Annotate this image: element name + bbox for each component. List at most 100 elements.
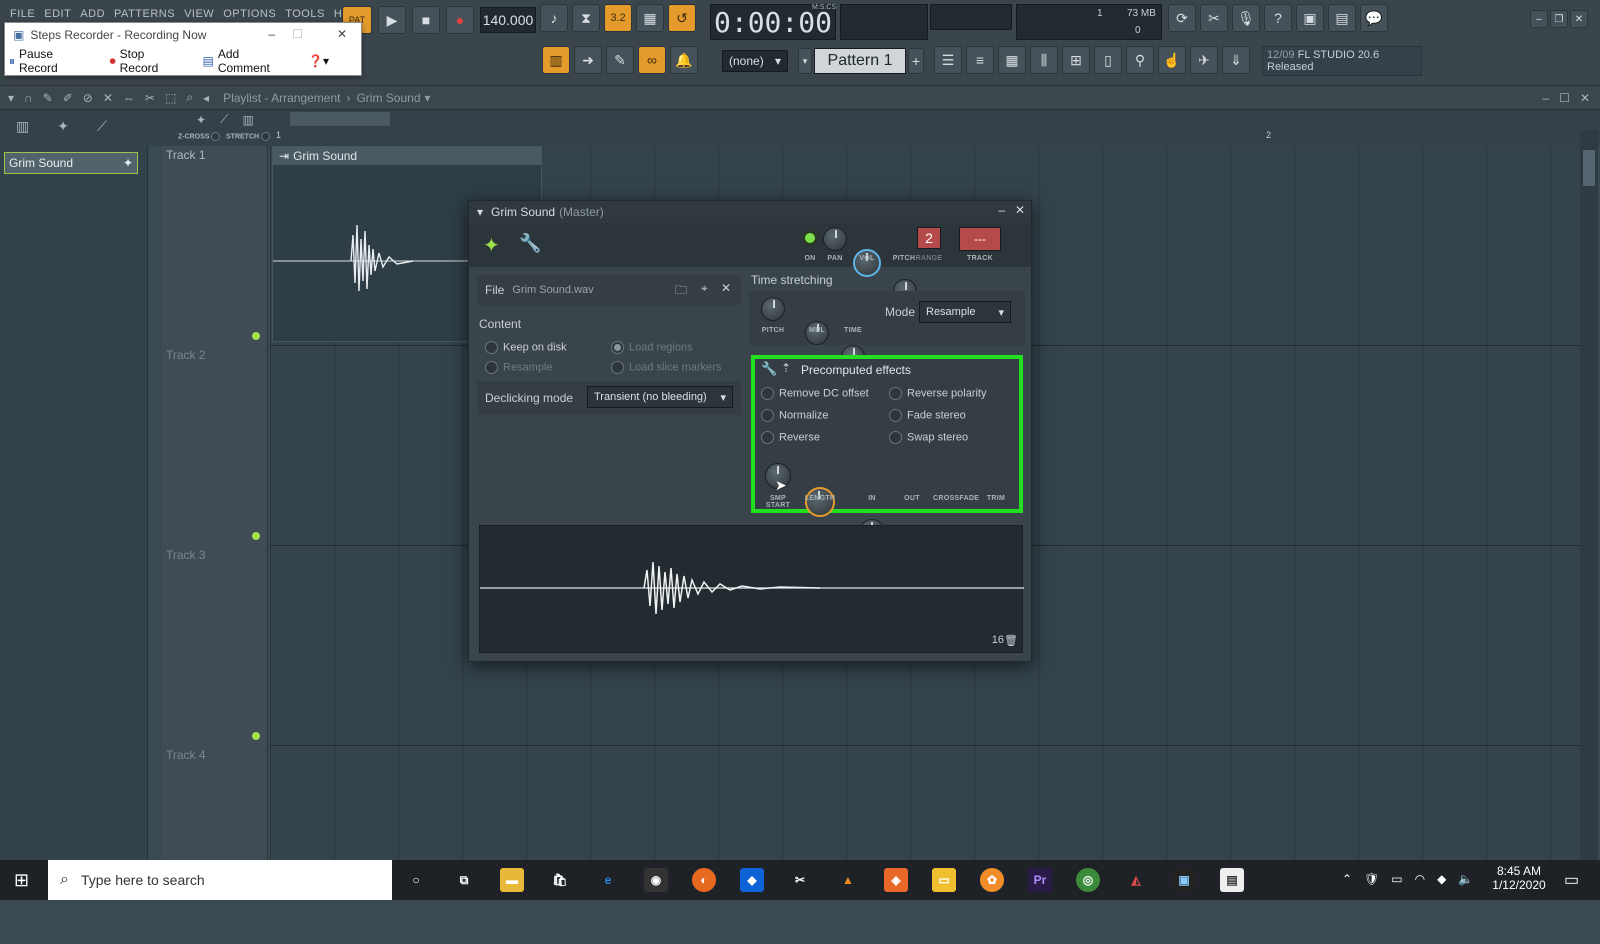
show-hidden-icon[interactable]: ⌃ — [1342, 872, 1352, 886]
horizontal-scrollbar[interactable] — [290, 112, 390, 126]
help-icon[interactable]: ? — [1264, 4, 1292, 32]
remove-file-icon[interactable]: ✕ — [721, 281, 731, 295]
mixer-icon[interactable]: ⫼ — [1030, 46, 1058, 74]
file-name[interactable]: Grim Sound.wav — [512, 284, 593, 296]
content-option-slices[interactable]: Load slice markers — [611, 361, 721, 374]
pattern-clip-icon[interactable]: ▥ — [242, 113, 253, 127]
sticky-notes-icon[interactable]: ▭ — [932, 868, 956, 892]
range-value[interactable]: 2 — [917, 227, 941, 249]
tab-audio-icon[interactable]: ✦ — [57, 118, 69, 135]
dropbox-icon[interactable]: ◆ — [740, 868, 764, 892]
slip-icon[interactable]: ⇔ — [123, 91, 135, 105]
dropbox-tray-icon[interactable]: ◆ — [1437, 872, 1446, 886]
minimize-icon[interactable]: – — [1542, 91, 1549, 105]
mixer-track-value[interactable]: --- — [959, 227, 1001, 251]
track-header-2[interactable]: Track 2 — [164, 346, 264, 544]
metronome-icon[interactable]: ♪ — [540, 4, 568, 32]
pin-icon[interactable]: ⇡ — [781, 361, 791, 375]
notifications-icon[interactable]: ▭ — [1564, 870, 1579, 890]
content-option-resample[interactable]: Resample — [485, 361, 553, 374]
fl-mobile-icon[interactable]: ✈ — [1190, 46, 1218, 74]
declicking-select[interactable]: Transient (no bleeding) ▾ — [587, 386, 733, 408]
wifi-icon[interactable]: ◠ — [1415, 872, 1425, 886]
project-icon[interactable]: ▯ — [1094, 46, 1122, 74]
delete-icon[interactable]: ⊘ — [83, 91, 93, 105]
obs-icon[interactable]: ◉ — [644, 868, 668, 892]
track-header-3[interactable]: Track 3 — [164, 546, 264, 744]
steps-recorder-icon[interactable]: ▤ — [1220, 868, 1244, 892]
brush-icon[interactable]: ✎ — [606, 46, 634, 74]
automation-clip-icon[interactable]: ⟋ — [220, 112, 228, 127]
vlc-icon[interactable]: ▲ — [836, 868, 860, 892]
maximize-icon[interactable]: ☐ — [1559, 91, 1570, 105]
wait-input-icon[interactable]: ⧗ — [572, 4, 600, 32]
tab-automation-icon[interactable]: ⟋ — [97, 118, 107, 135]
plugin-icon[interactable]: ⚲ — [1126, 46, 1154, 74]
cut-icon[interactable]: ✂ — [1200, 4, 1228, 32]
on-led[interactable] — [803, 231, 817, 245]
capcut-icon[interactable]: ✂ — [788, 868, 812, 892]
menu-item-add[interactable]: ADD — [80, 8, 105, 20]
effect-fade-stereo[interactable]: Fade stereo — [889, 409, 966, 422]
snap-button[interactable]: 3.2 — [604, 4, 632, 32]
channel-rack-icon[interactable]: ▦ — [998, 46, 1026, 74]
maximize-icon[interactable]: ☐ — [292, 27, 303, 41]
playback-icon[interactable]: ◂ — [203, 91, 209, 105]
windows-start-icon[interactable]: ⊞ — [14, 870, 29, 891]
pause-record-button[interactable]: ⏸ Pause Record — [9, 47, 94, 75]
file-explorer-icon[interactable]: ▬ — [500, 868, 524, 892]
magnet-icon[interactable]: ∩ — [24, 91, 33, 105]
paint-icon[interactable]: ✐ — [63, 91, 73, 105]
wrench-tab-icon[interactable]: 🔧 — [519, 233, 541, 254]
sample-waveform-view[interactable]: 16 🗑 — [479, 525, 1024, 653]
arrow-icon[interactable]: ➜ — [574, 46, 602, 74]
close-icon[interactable]: ✕ — [1570, 10, 1588, 28]
content-option-keep[interactable]: Keep on disk — [485, 341, 567, 354]
trash-icon[interactable]: 🗑 — [1004, 634, 1018, 647]
pattern-selector[interactable]: Pattern 1 — [814, 48, 906, 74]
playlist-pattern[interactable]: Grim Sound — [356, 91, 420, 105]
fl-studio-icon[interactable]: ✿ — [980, 868, 1004, 892]
playlist-icon[interactable]: ☰ — [934, 46, 962, 74]
effect-remove-dc[interactable]: Remove DC offset — [761, 387, 869, 400]
menu-item-patterns[interactable]: PATTERNS — [114, 8, 175, 20]
piano-roll-icon[interactable]: ≡ — [966, 46, 994, 74]
browser-icon[interactable]: ⊞ — [1062, 46, 1090, 74]
ts-pitch-knob[interactable] — [761, 297, 785, 321]
microphone-icon[interactable]: 🎙 — [1232, 4, 1260, 32]
tempo-display[interactable]: 140.000 — [480, 7, 536, 33]
track-led-3[interactable] — [252, 732, 260, 740]
cortana-icon[interactable]: ○ — [404, 868, 428, 892]
minimize-icon[interactable]: – — [998, 203, 1005, 217]
volume-knob[interactable] — [853, 249, 881, 277]
zoom-icon[interactable]: ⌕ — [186, 90, 193, 105]
content-option-regions[interactable]: Load regions — [611, 341, 693, 354]
menu-item-file[interactable]: FILE — [10, 8, 35, 20]
menu-item-edit[interactable]: EDIT — [44, 8, 71, 20]
slice-icon[interactable]: ✂ — [145, 91, 155, 105]
brave-icon[interactable]: ◈ — [884, 868, 908, 892]
firefox-icon[interactable]: ◐ — [692, 868, 716, 892]
news-panel[interactable]: 12/09 FL STUDIO 20.6 Released — [1262, 46, 1422, 76]
browser-item[interactable]: Grim Sound ✦ — [4, 152, 138, 174]
locate-file-icon[interactable]: ⌖ — [701, 281, 708, 296]
effect-normalize[interactable]: Normalize — [761, 409, 829, 422]
menu-item-tools[interactable]: TOOLS — [285, 8, 325, 20]
channel-select[interactable]: (none) ▾ — [722, 50, 788, 72]
refresh-icon[interactable]: ⟳ — [1168, 4, 1196, 32]
pan-knob[interactable] — [823, 227, 847, 251]
save-as-icon[interactable]: ▤ — [1328, 4, 1356, 32]
length-knob[interactable] — [805, 487, 835, 517]
track-led-1[interactable] — [252, 332, 260, 340]
add-pattern-icon[interactable]: + — [908, 48, 924, 74]
step-edit-icon[interactable]: ▦ — [636, 4, 664, 32]
waveform-tab-icon[interactable]: ✦ — [483, 233, 500, 258]
tab-patterns-icon[interactable]: ▥ — [16, 118, 29, 135]
minimize-icon[interactable]: – — [268, 27, 275, 41]
download-icon[interactable]: ⇓ — [1222, 46, 1250, 74]
effect-reverse[interactable]: Reverse — [761, 431, 820, 444]
track-header-1[interactable]: Track 1 — [164, 146, 264, 344]
audio-clip-icon[interactable]: ✦ — [196, 113, 206, 127]
add-comment-button[interactable]: ▤ Add Comment — [202, 47, 292, 75]
bell-icon[interactable]: 🔔 — [670, 46, 698, 74]
